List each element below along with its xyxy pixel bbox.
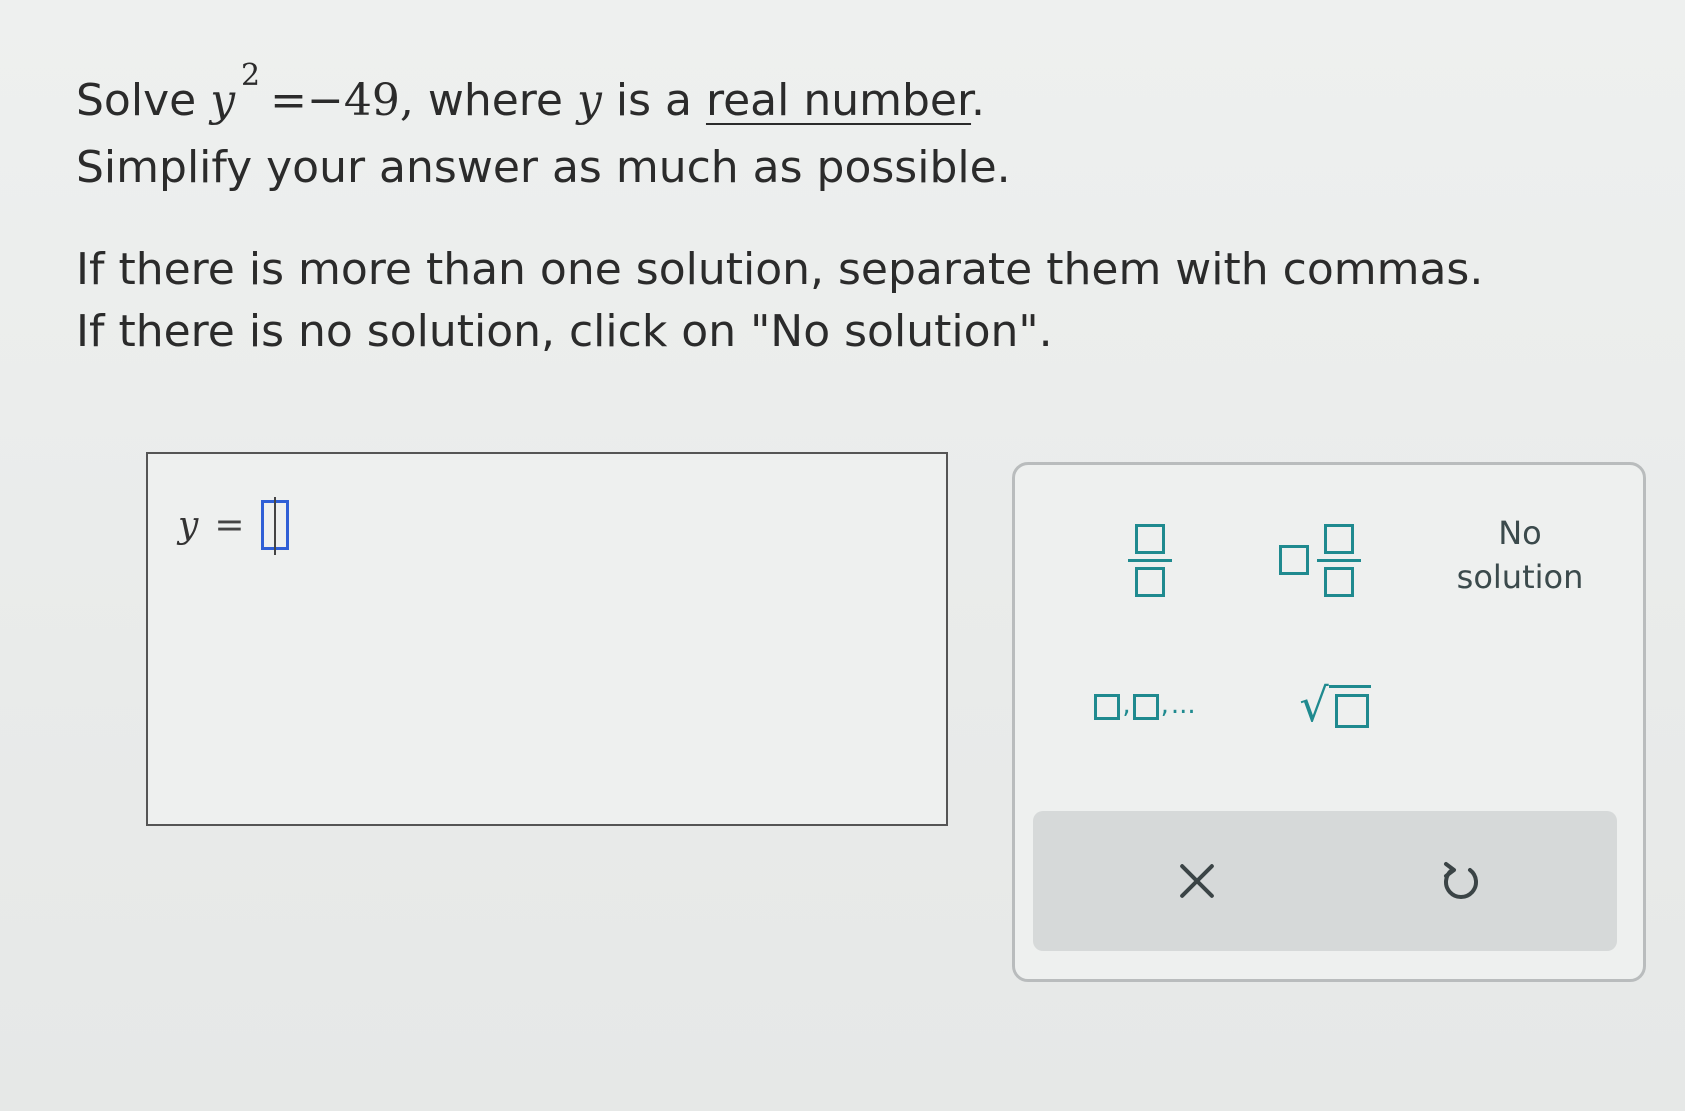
solve-label: Solve xyxy=(76,75,197,126)
page: Solve y 2 =−49, where y is a real number. … xyxy=(0,0,1685,1111)
denominator-box xyxy=(1135,566,1165,597)
answer-input-field[interactable] xyxy=(260,497,289,555)
where-label: where xyxy=(427,75,563,126)
fraction-bar xyxy=(1128,558,1172,562)
question-line-2: Simplify your answer as much as possible… xyxy=(76,142,1011,193)
mixed-number-button[interactable] xyxy=(1245,505,1395,615)
question-line-3: If there is more than one solution, sepa… xyxy=(76,244,1484,295)
list-icon: , , ... xyxy=(1094,690,1196,720)
square-root-icon: √ xyxy=(1299,678,1371,732)
keypad-actions xyxy=(1033,811,1617,951)
question-line-4: If there is no solution, click on "No so… xyxy=(76,306,1053,357)
whole-number-box xyxy=(1279,545,1309,575)
radical-sign: √ xyxy=(1299,678,1329,732)
undo-icon xyxy=(1444,862,1478,899)
denominator-box xyxy=(1324,566,1354,597)
answer-input-area[interactable]: y = xyxy=(146,452,948,826)
list-comma: , xyxy=(1122,690,1131,720)
answer-equals: = xyxy=(214,504,245,546)
clear-icon xyxy=(1176,860,1218,902)
is-a-label: is a xyxy=(615,75,692,126)
fraction-icon xyxy=(1128,523,1172,597)
math-keypad: No solution , , ... √ xyxy=(1012,462,1646,982)
radicand xyxy=(1328,685,1371,728)
no-solution-label-2: solution xyxy=(1456,558,1584,596)
list-item-box xyxy=(1094,694,1121,720)
question-period: . xyxy=(971,75,986,126)
list-ellipsis: ... xyxy=(1170,690,1196,720)
question-text: Solve y 2 =−49, where y is a real number. … xyxy=(76,58,1576,363)
numerator-box xyxy=(1324,523,1354,554)
no-solution-button[interactable]: No solution xyxy=(1435,505,1605,605)
equation-rhs: =−49, xyxy=(270,75,414,126)
answer-variable: y xyxy=(178,504,199,546)
mixed-number-icon xyxy=(1317,523,1361,597)
list-item-box xyxy=(1132,694,1159,720)
question-line-1: Solve y 2 =−49, where y is a real number. xyxy=(76,58,1576,137)
radicand-box xyxy=(1334,694,1369,728)
clear-button[interactable] xyxy=(1147,841,1247,921)
equation-variable: y xyxy=(210,75,236,126)
fraction-bar xyxy=(1317,558,1361,562)
undo-button[interactable] xyxy=(1411,841,1511,921)
fraction-button[interactable] xyxy=(1095,505,1205,615)
equation-exponent: 2 xyxy=(241,58,261,93)
where-variable: y xyxy=(577,75,602,126)
square-root-button[interactable]: √ xyxy=(1255,660,1415,750)
real-number-link[interactable]: real number xyxy=(706,75,971,126)
no-solution-label-1: No xyxy=(1498,514,1542,552)
list-button[interactable]: , , ... xyxy=(1055,665,1235,745)
list-comma: , xyxy=(1160,690,1169,720)
numerator-box xyxy=(1135,523,1165,554)
answer-equation: y = xyxy=(178,497,289,555)
